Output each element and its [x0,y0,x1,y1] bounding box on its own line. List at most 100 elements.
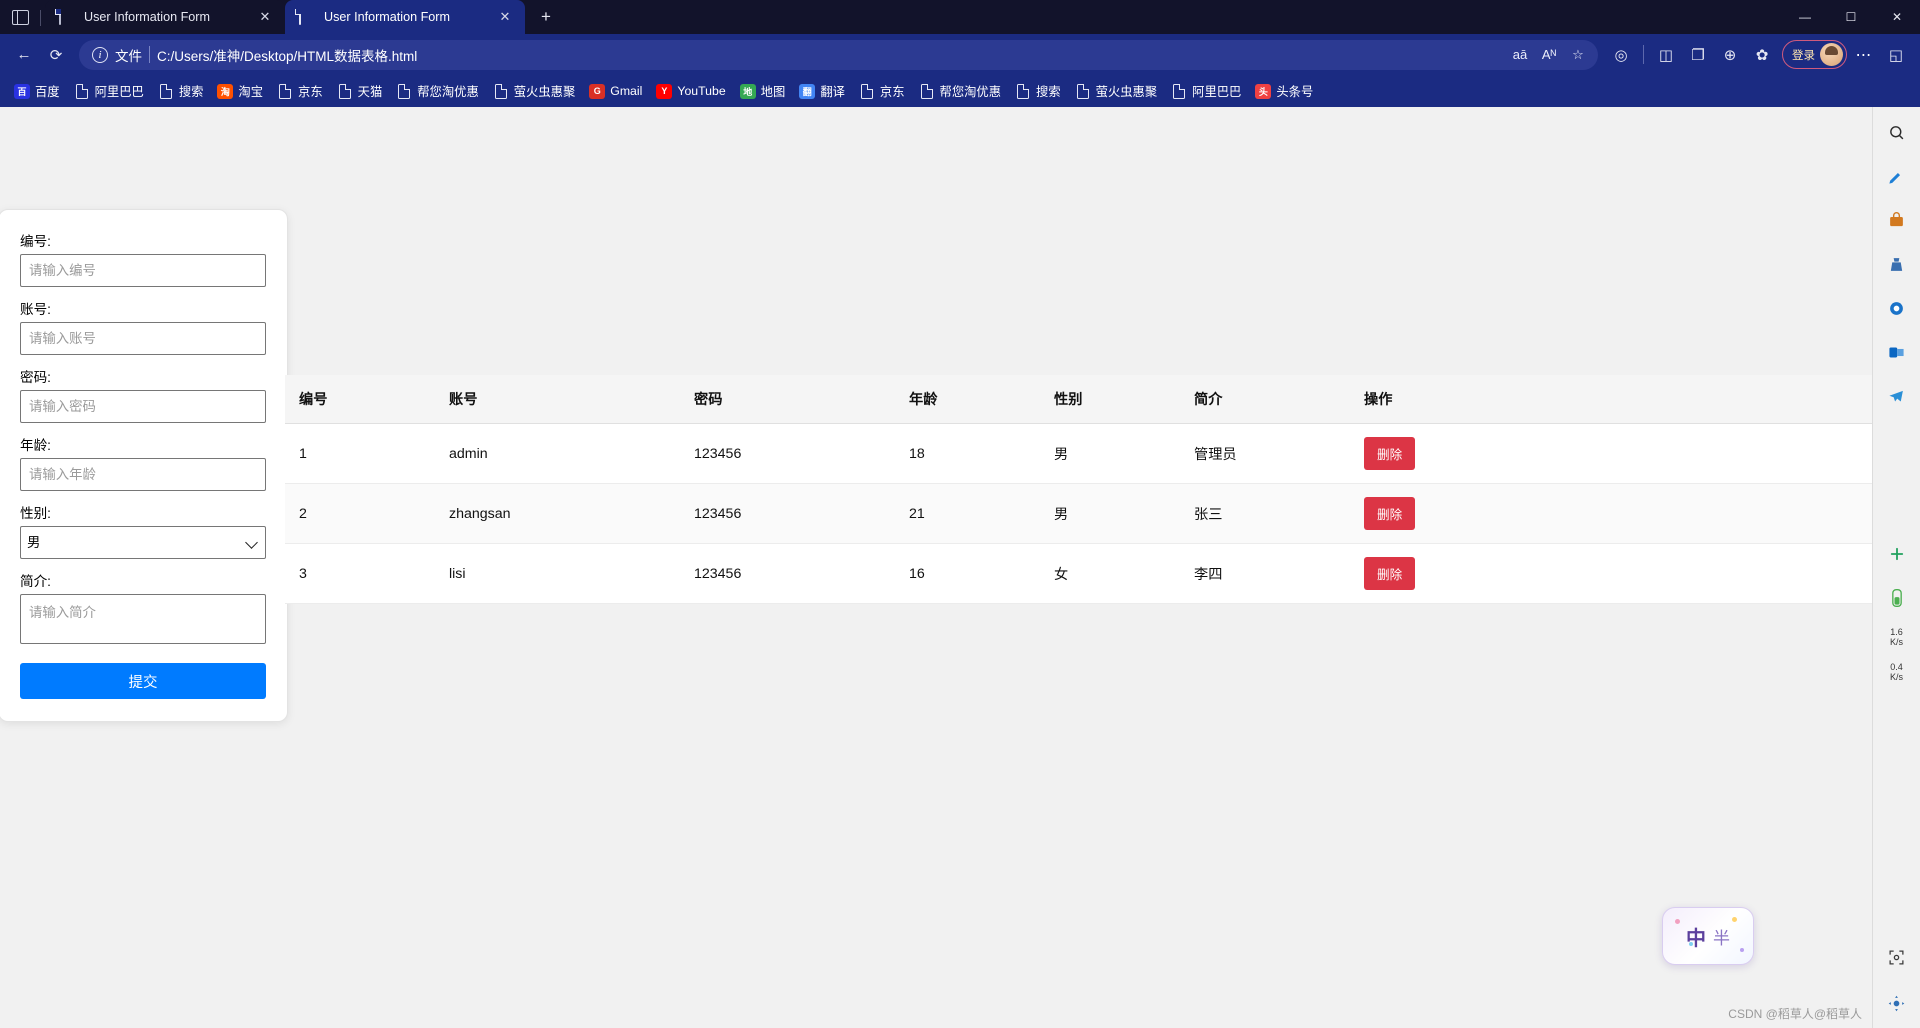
bookmark-item[interactable]: 头头条号 [1248,79,1320,103]
pen-icon[interactable] [1882,161,1912,191]
bookmark-item[interactable]: 帮您淘优惠 [389,79,486,103]
minimize-button[interactable]: — [1782,0,1828,34]
favorites-icon[interactable]: ❐ [1683,40,1713,70]
maximize-button[interactable]: ☐ [1828,0,1874,34]
bookmark-label: 天猫 [357,85,383,99]
browser-essentials-icon[interactable] [1882,293,1912,323]
url-text: C:/Users/准神/Desktop/HTML数据表格.html [157,48,418,64]
cell-age: 18 [895,423,1040,484]
bookmark-item[interactable]: 萤火虫惠聚 [1068,79,1165,103]
id-input[interactable] [20,254,266,287]
browser-essentials-icon[interactable]: ◎ [1606,40,1636,70]
site-info-icon[interactable]: i [92,46,108,63]
tab-close-icon[interactable]: ✕ [495,7,515,27]
add-favorite-icon[interactable]: ☆ [1564,42,1592,68]
read-aloud-icon[interactable]: aā [1506,42,1534,68]
intro-textarea[interactable] [20,594,266,644]
split-screen-icon[interactable]: ◫ [1651,40,1681,70]
profile-button[interactable]: 登录 [1782,40,1847,69]
bookmark-item[interactable]: 京东 [270,79,330,103]
window-controls: — ☐ ✕ [1782,0,1920,34]
cell-action: 删除 [1350,483,1872,544]
more-options-icon[interactable]: ⋯ [1849,40,1879,70]
bookmark-item[interactable]: 搜索 [1008,79,1068,103]
capture-icon[interactable] [1882,942,1912,972]
page-icon [299,9,315,25]
page-icon [337,83,353,99]
shopping-bag-icon[interactable] [1882,205,1912,235]
sidebar-toggle-icon[interactable]: ◱ [1881,40,1911,70]
gmail-icon: G [589,83,606,99]
bookmark-item[interactable]: 阿里巴巴 [67,79,151,103]
table-head: 编号 账号 密码 年龄 性别 简介 操作 [285,375,1872,424]
bookmark-item[interactable]: Y YouTube [649,80,732,102]
bookmark-item[interactable]: 萤火虫惠聚 [486,79,583,103]
address-bar[interactable]: i 文件 C:/Users/准神/Desktop/HTML数据表格.html a… [79,39,1598,70]
settings-icon[interactable] [1882,988,1912,1018]
bookmark-item[interactable]: 阿里巴巴 [1164,79,1248,103]
delete-button[interactable]: 删除 [1364,437,1416,470]
password-input[interactable] [20,390,266,423]
table-row: 3 lisi 123456 16 女李四 删除 [285,543,1872,604]
page-content: 编号: 账号: 密码: 年龄: 性别: [0,107,1872,1028]
decor-dot [1740,948,1744,952]
label-account: 账号: [20,302,51,317]
submit-button[interactable]: 提交 [20,663,266,699]
age-input[interactable] [20,458,266,491]
add-icon[interactable] [1882,539,1912,569]
copilot-icon[interactable]: ✿ [1747,40,1777,70]
bookmark-label: 京东 [879,85,905,99]
ime-indicator[interactable]: 中 半 [1662,907,1754,965]
title-bar: User Information Form ✕ User Information… [0,0,1920,34]
divider [40,10,41,26]
page-icon [1015,83,1031,99]
games-icon[interactable] [1882,249,1912,279]
reload-button[interactable]: ⟳ [41,40,71,70]
bookmark-item[interactable]: 帮您淘优惠 [912,79,1009,103]
account-input[interactable] [20,322,266,355]
close-window-button[interactable]: ✕ [1874,0,1920,34]
tab-1[interactable]: User Information Form ✕ [45,0,285,34]
tab-close-icon[interactable]: ✕ [255,7,275,27]
gender-select[interactable]: 男女 [20,526,266,559]
bookmark-item[interactable]: 搜索 [151,79,211,103]
cell-action: 删除 [1350,423,1872,484]
table-row: 1 admin 123456 18 男管理员 删除 [285,423,1872,484]
bookmark-item[interactable]: G Gmail [582,80,649,102]
bookmark-label: Gmail [610,84,643,98]
bookmark-item[interactable]: 地地图 [733,79,793,103]
table-body: 1 admin 123456 18 男管理员 删除 2 zhangsan 123456 21 男张三… [285,423,1872,604]
delete-button[interactable]: 删除 [1364,557,1416,590]
page-icon [74,83,90,99]
page-icon [919,83,935,99]
tab-actions-button[interactable] [0,0,40,34]
profile-label: 登录 [1792,49,1815,62]
bookmark-item[interactable]: 京东 [852,79,912,103]
tab-2[interactable]: User Information Form ✕ [285,0,525,34]
network-icon[interactable] [1882,583,1912,613]
cell-id: 1 [285,423,435,484]
bookmark-item[interactable]: 天猫 [330,79,390,103]
bookmark-item[interactable]: 翻翻译 [792,79,852,103]
bookmark-label: 萤火虫惠聚 [1095,85,1158,99]
label-password: 密码: [20,370,51,385]
delete-button[interactable]: 删除 [1364,497,1416,530]
collections-icon[interactable]: ⊕ [1715,40,1745,70]
bookmark-item[interactable]: 百百度 [7,79,67,103]
cell-age: 21 [895,483,1040,544]
back-button[interactable]: ← [9,40,39,70]
telegram-icon[interactable] [1882,381,1912,411]
viewport: 编号: 账号: 密码: 年龄: 性别: [0,107,1920,1028]
user-table: 编号 账号 密码 年龄 性别 简介 操作 1 admin 123456 18 男管理员 删除 2 zhan… [285,375,1872,604]
bookmark-label: 翻译 [820,85,845,99]
immersive-reader-icon[interactable]: Aᴺ [1535,42,1563,68]
outlook-icon[interactable] [1882,337,1912,367]
bookmark-item[interactable]: 淘淘宝 [210,79,270,103]
network-up-speed: 1.6 K/s [1890,627,1903,648]
page-icon [1075,83,1091,99]
search-icon[interactable] [1882,117,1912,147]
new-tab-button[interactable]: + [531,2,561,32]
table-header-row: 编号 账号 密码 年龄 性别 简介 操作 [285,375,1872,424]
avatar [1820,43,1843,66]
bookmark-label: 地图 [760,85,786,99]
